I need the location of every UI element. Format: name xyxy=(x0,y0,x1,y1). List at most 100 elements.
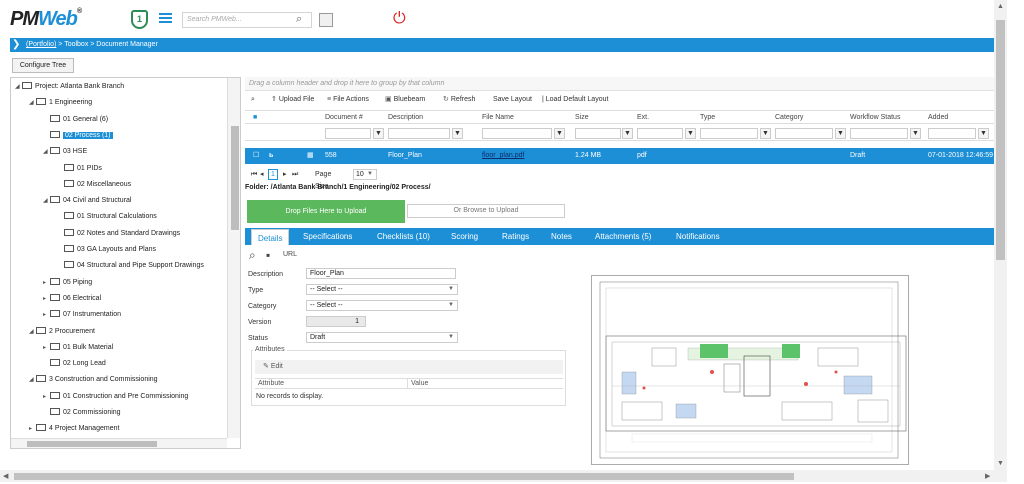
filter-added[interactable] xyxy=(928,128,976,139)
scroll-down-icon[interactable]: ▼ xyxy=(997,460,1004,467)
select-all-checkbox[interactable]: ■ xyxy=(253,111,257,124)
filter-icon[interactable]: ▼ xyxy=(910,128,921,139)
tree-item[interactable]: 01 Structural Calculations xyxy=(57,211,157,222)
tree-item[interactable]: 02 Commissioning xyxy=(43,407,121,418)
tab-notes[interactable]: Notes xyxy=(551,228,572,245)
next-page-icon[interactable]: ▸ xyxy=(283,169,287,181)
row-open-icon[interactable]: ь xyxy=(269,148,273,164)
tree-item[interactable]: ▸ 4 Project Management xyxy=(29,423,119,434)
filter-category[interactable] xyxy=(775,128,833,139)
expand-icon[interactable]: ▸ xyxy=(29,424,36,435)
collapse-icon[interactable]: ◢ xyxy=(29,98,36,109)
col-ext[interactable]: Ext. xyxy=(637,111,649,124)
tree-item[interactable]: ▸ 01 Bulk Material xyxy=(43,342,113,353)
status-select[interactable]: Draft ▼ xyxy=(306,332,458,343)
description-field[interactable]: Floor_Plan xyxy=(306,268,456,279)
refresh-button[interactable]: ↻ Refresh xyxy=(443,92,475,108)
load-default-layout-button[interactable]: | Load Default Layout xyxy=(542,92,608,108)
filter-file-name[interactable] xyxy=(482,128,552,139)
prev-page-icon[interactable]: ◂ xyxy=(260,169,264,181)
tree-item[interactable]: ◢ Project: Atlanta Bank Branch xyxy=(15,81,124,92)
col-size[interactable]: Size xyxy=(575,111,589,124)
filter-size[interactable] xyxy=(575,128,621,139)
tree-item[interactable]: 01 PIDs xyxy=(57,163,102,174)
col-document-no[interactable]: Document # xyxy=(325,111,363,124)
expand-icon[interactable]: ▸ xyxy=(43,278,50,289)
search-input[interactable]: Search PMWeb... xyxy=(182,12,312,28)
expand-icon[interactable]: ▸ xyxy=(43,392,50,403)
file-drop-zone[interactable]: Drop Files Here to Upload xyxy=(247,200,405,223)
col-file-name[interactable]: File Name xyxy=(482,111,514,124)
collapse-icon[interactable]: ◢ xyxy=(15,82,22,93)
first-page-icon[interactable]: ⏮ xyxy=(251,169,257,181)
col-added[interactable]: Added xyxy=(928,111,948,124)
tab-details[interactable]: Details xyxy=(251,229,290,245)
table-row[interactable]: ☐ ь ▦ 558 Floor_Plan floor_plan.pdf 1.24… xyxy=(245,148,994,164)
collapse-icon[interactable]: ◢ xyxy=(29,375,36,386)
filter-type[interactable] xyxy=(700,128,758,139)
tab-scoring[interactable]: Scoring xyxy=(451,228,478,245)
tab-attachments[interactable]: Attachments (5) xyxy=(595,228,651,245)
filter-icon[interactable]: ▼ xyxy=(760,128,771,139)
upload-file-button[interactable]: ⇑ Upload File xyxy=(271,92,314,108)
scroll-up-icon[interactable]: ▲ xyxy=(997,3,1004,10)
expand-icon[interactable]: ▸ xyxy=(43,294,50,305)
current-page[interactable]: 1 xyxy=(268,169,278,180)
filter-icon[interactable]: ▼ xyxy=(622,128,633,139)
save-icon[interactable]: ▪ xyxy=(266,248,270,262)
last-page-icon[interactable]: ⏭ xyxy=(292,169,298,181)
tab-ratings[interactable]: Ratings xyxy=(502,228,529,245)
tree-item[interactable]: ◢ 2 Procurement xyxy=(29,326,95,337)
page-vertical-scrollbar[interactable]: ▲ ▼ xyxy=(994,0,1007,470)
notifications-shield-icon[interactable]: 1 xyxy=(131,10,148,29)
filter-document-no[interactable] xyxy=(325,128,371,139)
file-actions-button[interactable]: ≡ File Actions xyxy=(327,92,369,108)
apps-icon[interactable] xyxy=(319,13,333,27)
col-description[interactable]: Description xyxy=(388,111,423,124)
search-icon[interactable]: ⌕ xyxy=(249,248,256,263)
collapse-icon[interactable]: ◢ xyxy=(29,327,36,338)
tree-vertical-scrollbar[interactable] xyxy=(227,78,240,438)
page-horizontal-scrollbar[interactable]: ◀ ▶ xyxy=(0,470,1007,482)
tree-item[interactable]: 02 Long Lead xyxy=(43,358,106,369)
tree-horizontal-scrollbar[interactable] xyxy=(11,438,227,448)
tree-item[interactable]: ▸ 07 Instrumentation xyxy=(43,309,121,320)
grid-search-icon[interactable]: ⌕ xyxy=(251,92,255,108)
tab-checklists[interactable]: Checklists (10) xyxy=(377,228,430,245)
col-category[interactable]: Category xyxy=(775,111,803,124)
tab-notifications[interactable]: Notifications xyxy=(676,228,720,245)
tab-specifications[interactable]: Specifications xyxy=(303,228,352,245)
tree-item[interactable]: ◢ 03 HSE xyxy=(43,146,87,157)
row-checkbox[interactable]: ☐ xyxy=(253,148,259,164)
pdf-file-icon[interactable]: ▦ xyxy=(307,148,314,164)
save-layout-button[interactable]: Save Layout xyxy=(493,92,532,108)
filter-icon[interactable]: ▼ xyxy=(835,128,846,139)
url-button[interactable]: URL xyxy=(283,251,297,258)
configure-tree-button[interactable]: Configure Tree xyxy=(12,58,74,73)
tree-scroll-thumb[interactable] xyxy=(231,126,239,230)
tree-item[interactable]: ▸ 06 Electrical xyxy=(43,293,101,304)
filter-description[interactable] xyxy=(388,128,450,139)
tree-item[interactable]: ◢ 04 Civil and Structural xyxy=(43,195,131,206)
collapse-icon[interactable]: ◢ xyxy=(43,196,50,207)
hamburger-menu-icon[interactable] xyxy=(159,13,172,24)
collapse-icon[interactable]: ◢ xyxy=(43,147,50,158)
scroll-left-icon[interactable]: ◀ xyxy=(3,472,8,480)
filter-ext[interactable] xyxy=(637,128,683,139)
type-select[interactable]: -- Select -- ▼ xyxy=(306,284,458,295)
attributes-edit-button[interactable]: ✎ Edit xyxy=(255,360,563,374)
tree-item[interactable]: ◢ 1 Engineering xyxy=(29,97,92,108)
filter-icon[interactable]: ▼ xyxy=(685,128,696,139)
pmweb-logo[interactable]: PMWeb® xyxy=(10,8,82,31)
scroll-right-icon[interactable]: ▶ xyxy=(985,472,990,480)
tree-item[interactable]: ▸ 01 Construction and Pre Commissioning xyxy=(43,391,188,402)
expand-icon[interactable]: ▸ xyxy=(43,310,50,321)
tree-item[interactable]: 03 GA Layouts and Plans xyxy=(57,244,156,255)
bluebeam-button[interactable]: ▣ Bluebeam xyxy=(385,92,425,108)
cell-file-name-link[interactable]: floor_plan.pdf xyxy=(482,148,524,164)
filter-icon[interactable]: ▼ xyxy=(554,128,565,139)
filter-icon[interactable]: ▼ xyxy=(373,128,384,139)
tree-item[interactable]: ▸ 05 Piping xyxy=(43,277,92,288)
tree-item[interactable]: 02 Process (1) xyxy=(43,130,113,141)
tree-item[interactable]: 02 Miscellaneous xyxy=(57,179,131,190)
